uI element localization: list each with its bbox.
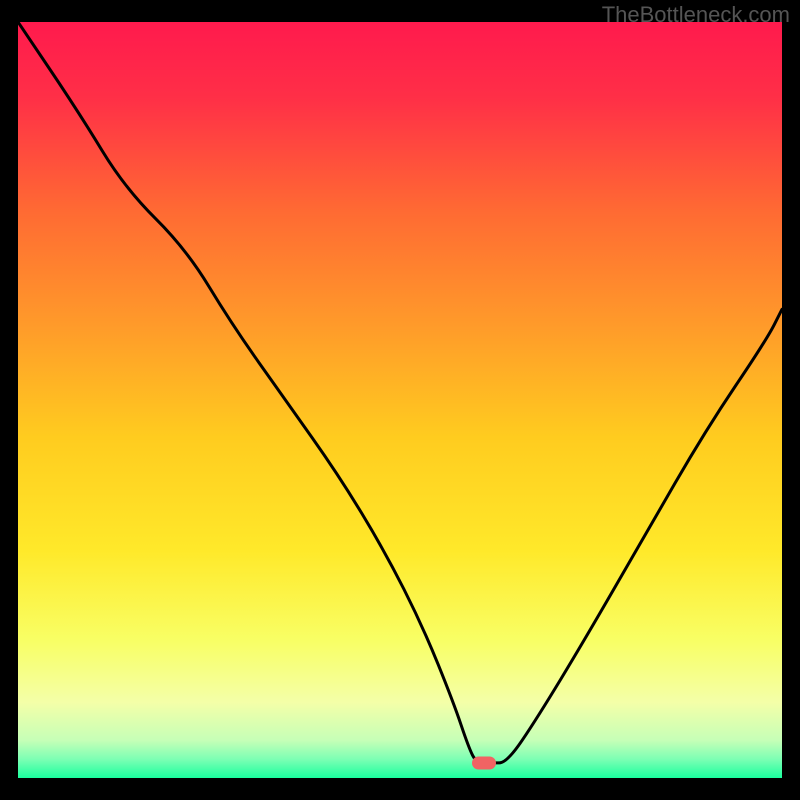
optimal-marker (472, 756, 496, 769)
chart-container: TheBottleneck.com (0, 0, 800, 800)
curve-layer (18, 22, 782, 778)
bottleneck-curve (18, 22, 782, 763)
watermark-text: TheBottleneck.com (602, 2, 790, 28)
plot-area (18, 22, 782, 778)
